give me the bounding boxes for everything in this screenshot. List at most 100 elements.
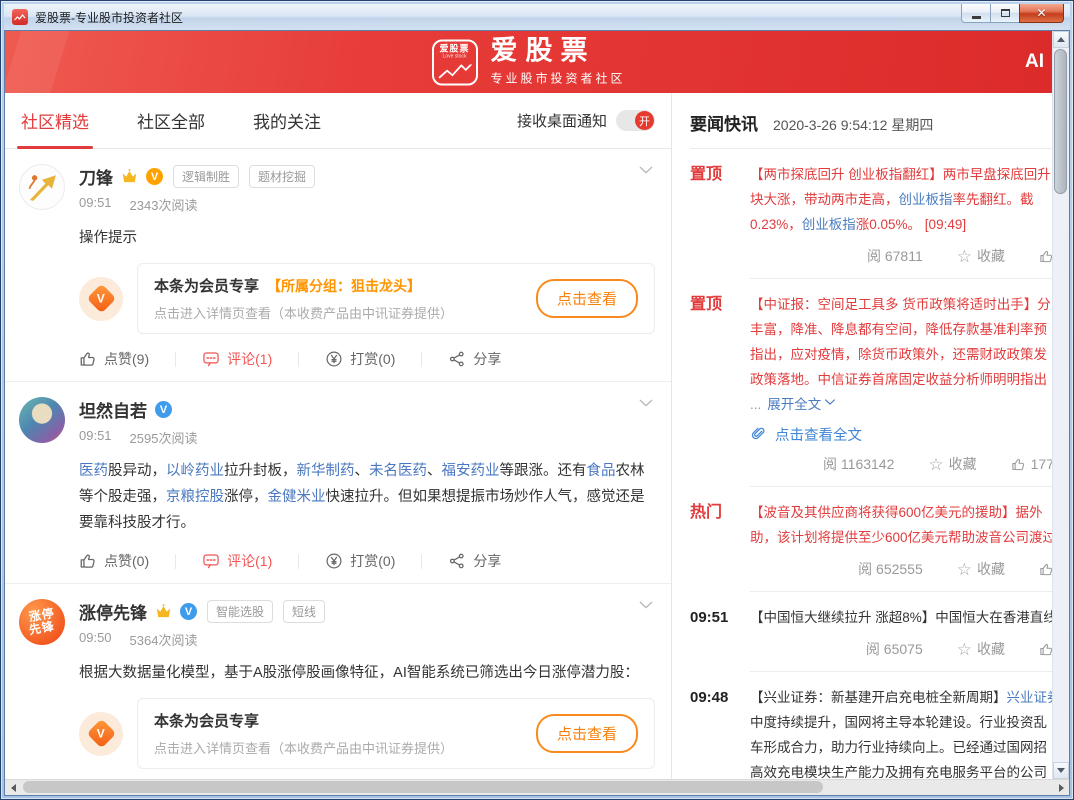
scroll-right-button[interactable] <box>1053 780 1069 795</box>
chevron-down-icon[interactable] <box>637 596 655 619</box>
star-icon: ☆ <box>957 641 972 658</box>
member-vip-icon: V <box>79 277 123 321</box>
favorite-label: 收藏 <box>949 454 977 474</box>
news-panel: 要闻快讯 2020-3-26 9:54:12 星期四 置顶【两市探底回升 创业板… <box>672 93 1052 779</box>
up-arrow-icon <box>1057 37 1065 42</box>
view-detail-button[interactable]: 点击查看 <box>536 279 638 318</box>
vertical-scroll-thumb[interactable] <box>1054 49 1067 194</box>
stock-link[interactable]: 食品 <box>587 463 616 479</box>
stock-link[interactable]: 金健米业 <box>268 489 326 505</box>
stock-link[interactable]: 新华制药 <box>297 463 355 479</box>
horizontal-scroll-track[interactable] <box>21 780 1053 795</box>
view-detail-button[interactable]: 点击查看 <box>536 714 638 753</box>
post-read-count: 5364次阅读 <box>130 630 198 649</box>
app-icon <box>12 9 28 25</box>
author-name[interactable]: 刀锋 <box>79 164 113 189</box>
news-text: 中度持续提升，国网将主导本轮建设。行业投资乱 <box>750 715 1047 730</box>
brand-name: 爱股票 <box>490 38 625 65</box>
news-link[interactable]: 创业板指 <box>899 192 953 207</box>
action-label: 点赞(9) <box>104 349 149 369</box>
stock-link[interactable]: 福安药业 <box>442 463 500 479</box>
comment-button[interactable]: 评论(1) <box>202 551 272 571</box>
action-label: 分享 <box>473 551 501 571</box>
author-name[interactable]: 涨停先锋 <box>79 599 147 624</box>
favorite-button[interactable]: ☆收藏 <box>957 639 1005 659</box>
thumbs-up-button[interactable]: 点赞(9) <box>79 349 149 369</box>
post-text: 拉升封板， <box>224 463 297 479</box>
news-panel-title: 要闻快讯 <box>690 110 758 135</box>
stock-link[interactable]: 京粮控股 <box>166 489 224 505</box>
scroll-up-button[interactable] <box>1053 31 1069 48</box>
news-text-line: 【中国恒大继续拉升 涨超8%】中国恒大在香港直线 <box>750 605 1052 630</box>
stock-link[interactable]: 医药 <box>79 463 108 479</box>
action-divider <box>175 554 176 569</box>
news-link[interactable]: 创业板指 <box>802 217 856 232</box>
horizontal-scrollbar[interactable] <box>5 779 1069 795</box>
news-like-button[interactable] <box>1039 642 1052 657</box>
author-name[interactable]: 坦然自若 <box>79 397 147 422</box>
stock-link[interactable]: 以岭药业 <box>166 463 224 479</box>
tab-2[interactable]: 社区全部 <box>137 93 205 148</box>
member-title: 本条为会员专享 <box>154 275 259 296</box>
view-full-link[interactable]: 点击查看全文 <box>750 424 1052 445</box>
yen-button[interactable]: 打赏(0) <box>325 551 395 571</box>
tab-1[interactable]: 社区精选 <box>21 93 89 148</box>
post: 涨停先锋涨停先锋V智能选股短线09:505364次阅读根据大数据量化模型，基于A… <box>5 584 671 779</box>
action-label: 点赞(0) <box>104 551 149 571</box>
expand-full-link[interactable]: 展开全文 <box>767 392 821 417</box>
member-title: 本条为会员专享 <box>154 710 259 731</box>
share-icon <box>448 552 466 570</box>
titlebar[interactable]: 爱股票-专业股市投资者社区 ✕ <box>4 4 1070 30</box>
post-text: 股异动， <box>108 463 166 479</box>
chevron-down-icon[interactable] <box>637 394 655 417</box>
header-ai-label[interactable]: AI <box>1025 51 1044 73</box>
chevron-down-icon[interactable] <box>823 392 837 417</box>
v-badge-orange: V <box>146 168 163 185</box>
post-actions: 点赞(9) 评论(1) 打赏(0) 分享 <box>79 349 655 369</box>
yen-button[interactable]: 打赏(0) <box>325 349 395 369</box>
news-item: 置顶【中证报：空间足工具多 货币政策将适时出手】分丰富，降准、降息都有空间，降低… <box>690 279 1052 487</box>
tab-3[interactable]: 我的关注 <box>253 93 321 148</box>
share-button[interactable]: 分享 <box>448 349 501 369</box>
avatar[interactable] <box>19 397 65 443</box>
action-label: 打赏(0) <box>350 551 395 571</box>
view-full-label: 点击查看全文 <box>775 424 862 445</box>
news-link[interactable]: 兴业证券 <box>1007 690 1053 705</box>
news-like-button[interactable]: 177 <box>1011 456 1052 472</box>
favorite-button[interactable]: ☆收藏 <box>928 454 976 474</box>
brand-slogan: 专业股市投资者社区 <box>490 70 625 87</box>
left-arrow-icon <box>11 784 16 792</box>
close-button[interactable]: ✕ <box>1019 4 1064 23</box>
app-logo: 爱股票 Love stock <box>431 39 477 85</box>
stock-link[interactable]: 未名医药 <box>369 463 427 479</box>
minimize-button[interactable] <box>961 4 991 23</box>
scroll-down-button[interactable] <box>1053 762 1069 779</box>
post-text: 等跟涨。还有 <box>500 463 587 479</box>
news-text-line: 丰富，降准、降息都有空间，降低存款基准利率预 <box>750 317 1052 342</box>
comment-button[interactable]: 评论(1) <box>202 349 272 369</box>
news-text-line: 【中证报：空间足工具多 货币政策将适时出手】分 <box>750 292 1052 317</box>
news-like-button[interactable] <box>1039 562 1052 577</box>
favorite-button[interactable]: ☆收藏 <box>957 246 1005 266</box>
notify-toggle[interactable]: 开 <box>616 110 655 131</box>
vertical-scrollbar[interactable] <box>1052 31 1069 779</box>
action-label: 打赏(0) <box>350 349 395 369</box>
avatar[interactable] <box>19 164 65 210</box>
avatar-text: 先锋 <box>28 620 56 638</box>
chevron-down-icon[interactable] <box>637 161 655 184</box>
thumbs-up-button[interactable]: 点赞(0) <box>79 551 149 571</box>
member-card: V本条为会员专享点击进入详情页查看（本收费产品由中讯证券提供）点击查看 <box>79 698 655 769</box>
tab-list: 社区精选社区全部我的关注 <box>21 93 369 148</box>
maximize-button[interactable] <box>990 4 1020 23</box>
thumbs-up-icon <box>1011 457 1026 472</box>
favorite-button[interactable]: ☆收藏 <box>957 559 1005 579</box>
share-button[interactable]: 分享 <box>448 551 501 571</box>
scroll-left-button[interactable] <box>5 780 21 795</box>
avatar[interactable]: 涨停先锋 <box>19 599 65 645</box>
news-like-button[interactable] <box>1039 249 1052 264</box>
vertical-scroll-track[interactable] <box>1053 48 1069 762</box>
horizontal-scroll-thumb[interactable] <box>23 781 823 793</box>
news-text: 【波音及其供应商将获得600亿美元的援助】据外 <box>750 505 1043 520</box>
post-time: 09:51 <box>79 195 112 214</box>
news-text-line: 【两市探底回升 创业板指翻红】两市早盘探底回升， <box>750 162 1052 187</box>
